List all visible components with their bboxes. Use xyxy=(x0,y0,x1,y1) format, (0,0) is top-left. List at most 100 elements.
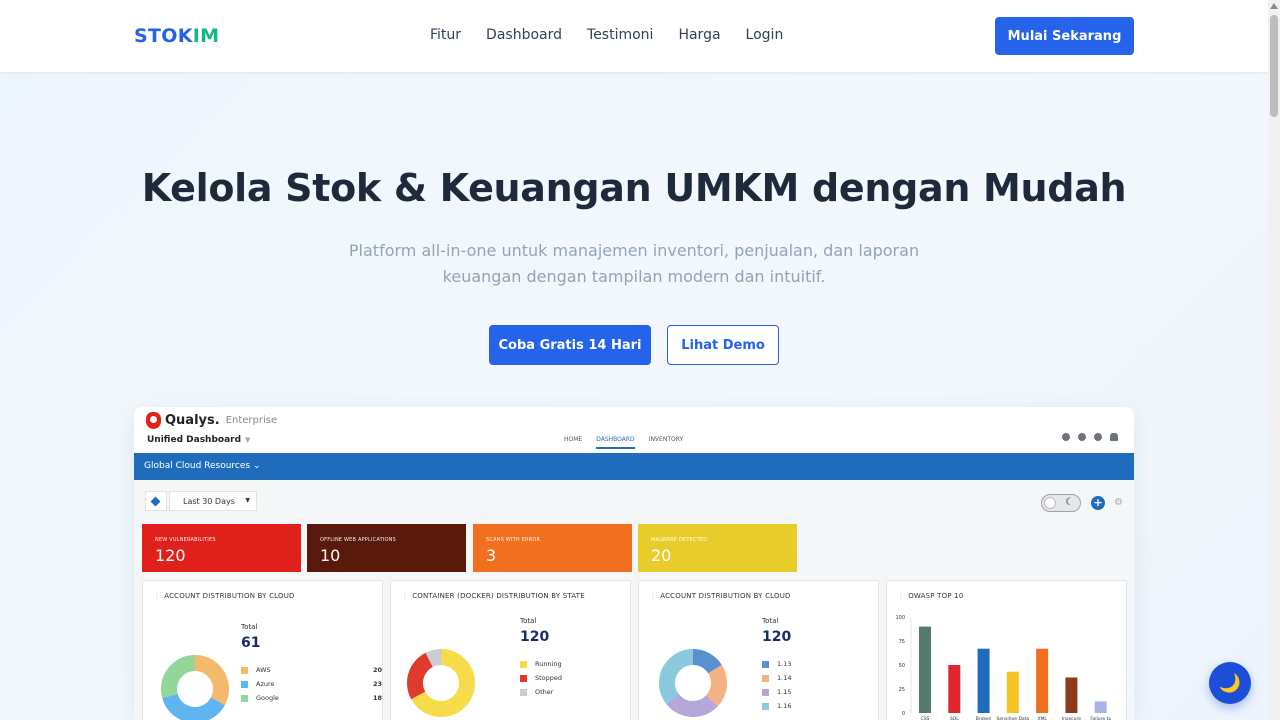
logo-part-stok: STOK xyxy=(134,25,193,47)
stat-label: Scans with Error xyxy=(486,537,541,543)
panel-title: ⋮ Account Distribution by Cloud xyxy=(153,592,295,600)
drag-handle-icon[interactable]: ⋮ xyxy=(153,592,160,600)
legend-swatch xyxy=(241,694,248,702)
legend-label: 1.16 xyxy=(777,702,792,710)
bar[interactable] xyxy=(948,665,961,713)
tab-home[interactable]: HOME xyxy=(564,436,582,449)
bar[interactable] xyxy=(1006,671,1019,713)
panel-owasp-top10: ⋮ OWASP Top 10 0 25 50 75 100 CSS SQL Broken Sens… xyxy=(886,580,1127,720)
theme-toggle[interactable]: ☾ xyxy=(1041,494,1081,512)
legend-label: 1.15 xyxy=(777,688,792,696)
total-label: Total xyxy=(520,617,537,625)
date-range-select[interactable]: Last 30 Days ▼ xyxy=(169,491,257,511)
legend-count: 18 xyxy=(372,694,382,702)
scroll-up-arrow-icon[interactable] xyxy=(1270,3,1278,9)
stat-card-scans-with-error[interactable]: Scans with Error 3 xyxy=(473,524,632,572)
legend-item[interactable]: Google 18 xyxy=(241,691,382,705)
bar[interactable] xyxy=(1036,648,1049,713)
resource-bar[interactable]: Global Cloud Resources ⌄ xyxy=(134,453,1134,480)
nav-link-testimoni[interactable]: Testimoni xyxy=(587,27,653,43)
panel-title: ⋮ Account Distribution by Cloud xyxy=(649,592,791,600)
legend-item[interactable]: 1.1629 xyxy=(762,699,903,713)
dashboard-selector[interactable]: Unified Dashboard ▼ xyxy=(147,435,250,445)
dashboard-selector-label: Unified Dashboard xyxy=(147,435,242,445)
stat-label: New Vulnerabilities xyxy=(155,537,216,543)
stat-label: Offline Web Applications xyxy=(320,537,396,543)
panel-title-text: Container (Docker) Distribution by State xyxy=(412,592,585,600)
legend-label: Other xyxy=(535,688,554,696)
chevron-down-icon: ⌄ xyxy=(252,461,261,471)
tag-filter-icon[interactable] xyxy=(145,491,167,511)
drag-handle-icon[interactable]: ⋮ xyxy=(897,592,904,600)
qualys-brand: Qualys. xyxy=(165,413,220,428)
stat-card-malware-detected[interactable]: Malware Detected 20 xyxy=(638,524,797,572)
panel-title-text: Account Distribution by Cloud xyxy=(164,592,295,600)
legend-label: Azure xyxy=(256,680,275,688)
x-tick-label: SQL xyxy=(950,716,959,720)
bar[interactable] xyxy=(977,648,990,713)
legend-item[interactable]: 1.1417 xyxy=(762,671,903,685)
bar[interactable] xyxy=(1065,677,1078,713)
nav-link-fitur[interactable]: Fitur xyxy=(430,27,461,43)
mail-icon[interactable] xyxy=(1094,433,1102,441)
nav-link-login[interactable]: Login xyxy=(746,27,784,43)
legend-item[interactable]: AWS 20 xyxy=(241,663,382,677)
legend-item[interactable]: 1.1522 xyxy=(762,685,903,699)
qualys-logo: Qualys. Enterprise xyxy=(146,412,277,429)
legend-count: 23 xyxy=(372,680,382,688)
get-started-button[interactable]: Mulai Sekarang xyxy=(995,17,1134,55)
stat-label: Malware Detected xyxy=(651,537,708,543)
nav-link-harga[interactable]: Harga xyxy=(678,27,720,43)
brand-logo[interactable]: STOKIM xyxy=(134,25,219,47)
scrollbar-thumb[interactable] xyxy=(1270,15,1278,117)
user-icon[interactable] xyxy=(1062,433,1070,441)
total-value: 120 xyxy=(520,629,550,645)
nav-link-dashboard[interactable]: Dashboard xyxy=(486,27,562,43)
hero-title: Kelola Stok & Keuangan UMKM dengan Mudah xyxy=(141,166,1127,210)
date-range-value: Last 30 Days xyxy=(183,497,235,506)
legend-swatch xyxy=(520,674,527,682)
x-tick-label: Sensitive Data xyxy=(997,716,1030,720)
dashboard-tabs: HOME DASHBOARD INVENTORY xyxy=(564,436,697,449)
panel-title-text: OWASP Top 10 xyxy=(908,592,964,600)
drag-handle-icon[interactable]: ⋮ xyxy=(649,592,656,600)
stat-card-offline-web-apps[interactable]: Offline Web Applications 10 xyxy=(307,524,466,572)
legend-count: 20 xyxy=(372,666,382,674)
toggle-knob xyxy=(1044,497,1056,509)
stat-card-new-vulnerabilities[interactable]: New Vulnerabilities 120 xyxy=(142,524,301,572)
donut-chart xyxy=(407,649,475,717)
y-tick-label: 75 xyxy=(899,639,905,645)
help-icon[interactable] xyxy=(1078,433,1086,441)
stat-value: 3 xyxy=(486,546,497,565)
add-widget-icon[interactable]: + xyxy=(1091,496,1105,510)
legend-swatch xyxy=(762,674,769,682)
y-tick-label: 0 xyxy=(902,711,905,717)
legend-label: 1.14 xyxy=(777,674,792,682)
legend-item[interactable]: 1.1313 xyxy=(762,657,903,671)
bar[interactable] xyxy=(919,626,931,713)
legend-label: Stopped xyxy=(535,674,563,682)
legend: 1.13131.14171.15221.1629 xyxy=(762,657,903,713)
caret-down-icon: ▼ xyxy=(245,497,250,504)
x-tick-label: Broken xyxy=(976,716,992,720)
total-value: 61 xyxy=(241,635,261,651)
tab-dashboard[interactable]: DASHBOARD xyxy=(596,436,635,449)
legend-swatch xyxy=(520,688,527,696)
legend-label: Running xyxy=(535,660,562,668)
tab-inventory[interactable]: INVENTORY xyxy=(649,436,683,449)
view-demo-button[interactable]: Lihat Demo xyxy=(667,325,779,365)
qualys-shield-icon xyxy=(146,412,161,429)
stat-value: 120 xyxy=(155,546,186,565)
notification-bell-icon[interactable] xyxy=(1110,433,1118,441)
panel-title: ⋮ Container (Docker) Distribution by Stat… xyxy=(401,592,585,600)
gear-icon[interactable]: ⚙ xyxy=(1114,497,1123,508)
bar[interactable] xyxy=(1094,701,1107,713)
free-trial-button[interactable]: Coba Gratis 14 Hari xyxy=(489,325,651,365)
stat-value: 10 xyxy=(320,546,341,565)
x-tick-label: Failure to xyxy=(1090,716,1111,720)
drag-handle-icon[interactable]: ⋮ xyxy=(401,592,408,600)
legend-item[interactable]: Azure 23 xyxy=(241,677,382,691)
panel-title: ⋮ OWASP Top 10 xyxy=(897,592,963,600)
dark-mode-button[interactable]: 🌙 xyxy=(1209,662,1251,704)
legend-label: Google xyxy=(256,694,279,702)
